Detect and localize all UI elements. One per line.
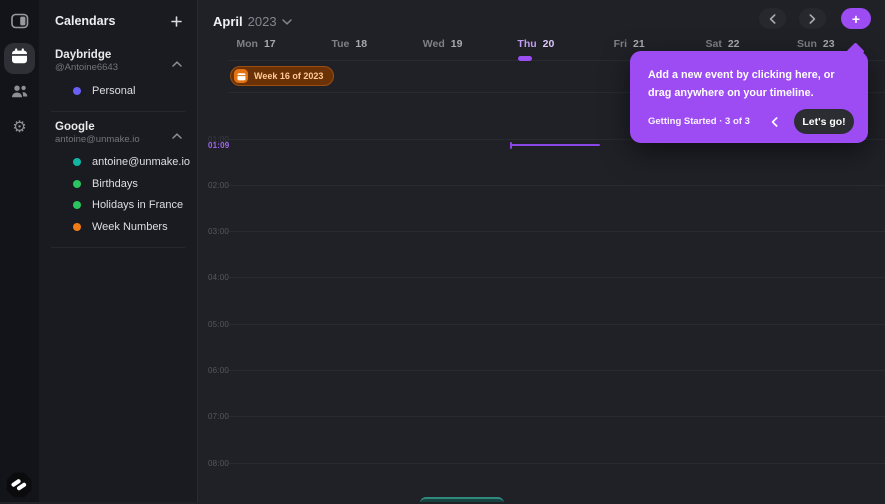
calendar-color-dot (73, 86, 81, 95)
daybridge-logo (5, 471, 33, 499)
onboarding-tooltip: Add a new event by clicking here, or dra… (630, 42, 868, 143)
time-label: 04:00 (208, 273, 230, 283)
calendar-list-item[interactable]: Week Numbers (55, 216, 181, 238)
hour-gridline (228, 416, 885, 418)
event-block[interactable] (420, 497, 504, 502)
rail-item-contacts[interactable] (6, 81, 34, 107)
week-number-badge[interactable]: Week 16 of 2023 (230, 66, 335, 86)
chevron-up-icon[interactable] (172, 54, 182, 72)
time-label: 08:00 (208, 458, 230, 468)
group-subtitle: @Antoine6643 (55, 62, 118, 73)
icon-rail: ⚙ (0, 0, 39, 502)
calendar-group-google: Google antoine@unmake.io antoine@unmake.io… (39, 112, 197, 238)
calendar-name: antoine@unmake.io (92, 156, 191, 169)
tooltip-back-button[interactable] (771, 116, 778, 127)
calendar-list-item[interactable]: Personal (55, 80, 181, 102)
calendar-icon (11, 48, 28, 69)
group-name: Google (55, 120, 95, 133)
gear-icon: ⚙ (12, 119, 27, 136)
sidebar-title: Calendars (55, 14, 116, 28)
rail-item-settings[interactable]: ⚙ (6, 115, 34, 141)
hour-gridline (228, 462, 885, 464)
calendar-group-daybridge: Daybridge @Antoine6643 Personal (39, 40, 197, 102)
daybridge-app: ⚙ Calendars Daybridge @Antoine6643 Persona… (0, 0, 885, 502)
calendar-color-dot (73, 179, 81, 188)
calendar-main: April 2023 + Mon 17 Tue 18 Wed 19 Thu 20 Fri 21 Sa… (198, 0, 885, 502)
calendar-name: Week Numbers (92, 220, 168, 233)
calendar-color-dot (73, 158, 81, 167)
sidebar-divider (51, 246, 185, 248)
calendars-sidebar: Calendars Daybridge @Antoine6643 Personal G… (39, 0, 198, 502)
rail-item-calendar[interactable] (4, 43, 35, 74)
time-label: 06:00 (208, 366, 230, 376)
hour-gridline (228, 277, 885, 279)
tooltip-message: Add a new event by clicking here, or dra… (648, 69, 835, 99)
time-label: 01:00 (208, 134, 230, 144)
hour-gridline (228, 323, 885, 325)
calendar-name: Personal (92, 84, 136, 97)
calendar-color-dot (73, 222, 81, 231)
hour-gridline (228, 231, 885, 233)
group-name: Daybridge (55, 49, 112, 61)
sidebar-toggle-icon[interactable] (6, 8, 34, 34)
group-subtitle: antoine@unmake.io (55, 133, 140, 145)
tooltip-progress: Getting Started · 3 of 3 (648, 116, 750, 127)
current-time-line (510, 141, 600, 149)
hour-gridline (228, 184, 885, 186)
calendar-list-item[interactable]: antoine@unmake.io (55, 152, 190, 174)
lets-go-button[interactable]: Let's go! (794, 109, 854, 134)
time-label: 05:00 (208, 319, 230, 329)
week-number-label: Week 16 of 2023 (254, 71, 324, 81)
today-indicator (518, 56, 533, 61)
calendar-name: Birthdays (92, 177, 138, 190)
chevron-up-icon[interactable] (172, 126, 182, 144)
calendar-list-item[interactable]: Birthdays (55, 173, 181, 195)
hour-gridline (228, 370, 885, 372)
calendar-name: Holidays in France (92, 199, 184, 212)
add-calendar-button[interactable] (167, 12, 185, 30)
time-label: 07:00 (208, 412, 230, 422)
people-icon (10, 84, 29, 104)
calendar-list-item[interactable]: Holidays in France (55, 195, 184, 217)
time-label: 02:00 (208, 180, 230, 190)
calendar-color-dot (73, 201, 81, 210)
time-label: 03:00 (208, 227, 230, 237)
week-calendar-icon (234, 69, 248, 83)
